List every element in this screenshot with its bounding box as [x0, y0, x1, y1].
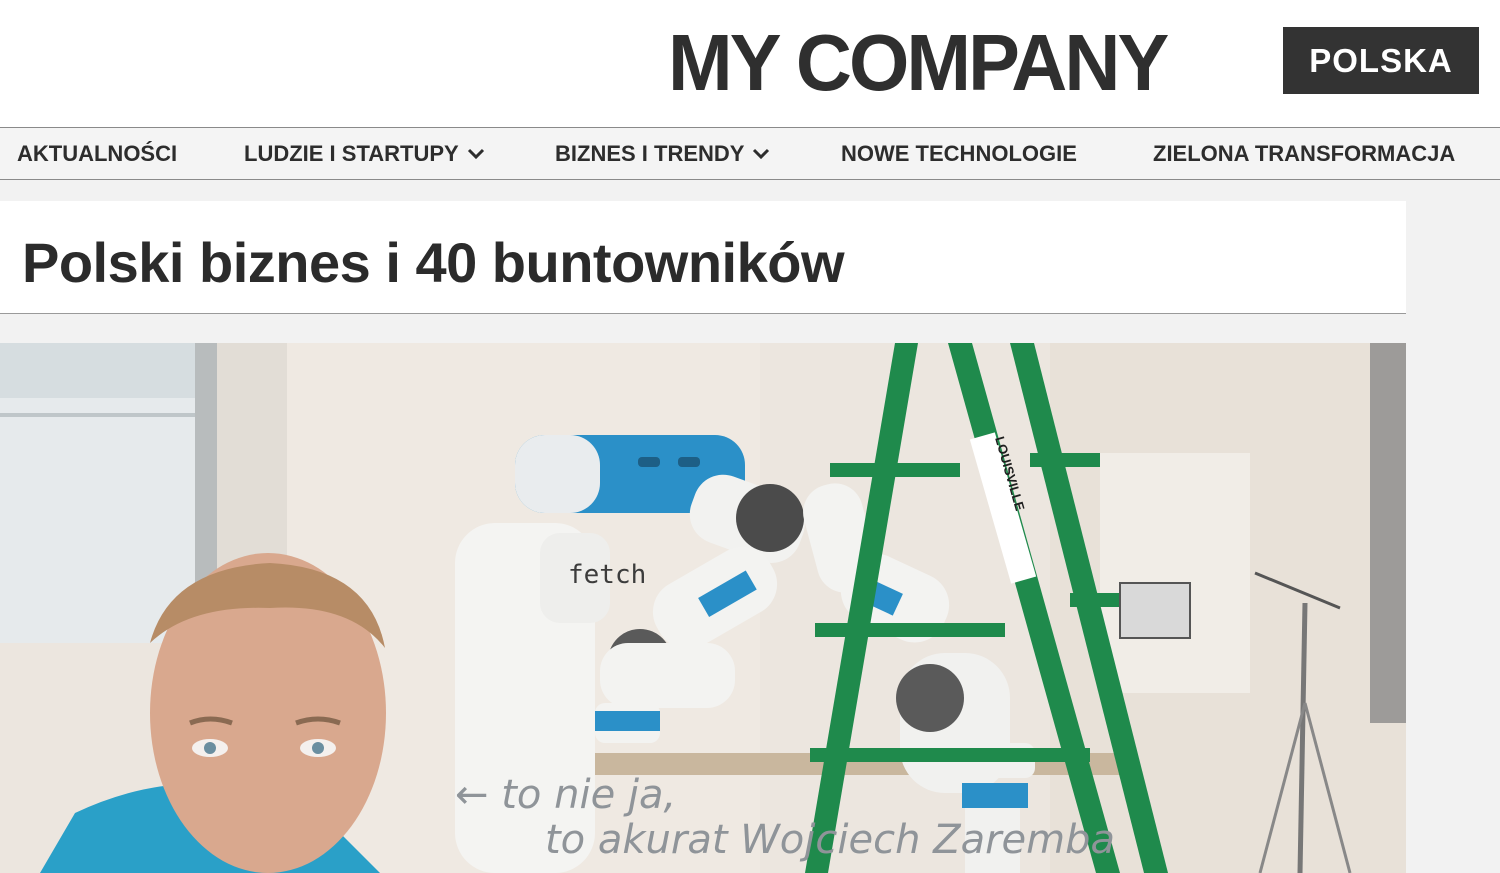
nav-item-label: LUDZIE I STARTUPY — [244, 140, 459, 166]
main-navigation: AKTUALNOŚCI LUDZIE I STARTUPY BIZNES I T… — [0, 127, 1500, 180]
nav-item-ludzie-i-startupy[interactable]: LUDZIE I STARTUPY — [244, 128, 485, 179]
handwritten-note-line-2: to akurat Wojciech Zaremba — [545, 817, 1115, 863]
nav-item-label: ZIELONA TRANSFORMACJA — [1153, 140, 1456, 166]
site-logo[interactable]: MY COMPANY POLSKA — [668, 18, 1479, 108]
nav-item-aktualnosci[interactable]: AKTUALNOŚCI — [17, 128, 177, 179]
nav-item-nowe-technologie[interactable]: NOWE TECHNOLOGIE — [841, 128, 1077, 179]
article-title: Polski biznes i 40 buntowników — [22, 231, 845, 294]
nav-item-zielona-transformacja[interactable]: ZIELONA TRANSFORMACJA — [1153, 128, 1455, 179]
nav-item-label: BIZNES I TRENDY — [555, 140, 745, 166]
right-gutter — [1406, 201, 1500, 873]
robot-brand-label: fetch — [568, 560, 646, 590]
chevron-down-icon — [753, 148, 770, 159]
nav-item-label: NOWE TECHNOLOGIE — [841, 140, 1077, 166]
site-header: MY COMPANY POLSKA — [0, 0, 1500, 127]
handwritten-note-line-1: ← to nie ja, — [455, 772, 676, 818]
logo-edition-badge: POLSKA — [1283, 27, 1479, 94]
chevron-down-icon — [467, 148, 484, 159]
article-hero-image[interactable]: fetch LOUISVILLE ← to nie ja, to akurat … — [0, 343, 1406, 873]
logo-wordmark: MY COMPANY — [668, 18, 1169, 107]
nav-item-label: AKTUALNOŚCI — [17, 140, 178, 166]
hero-photo-illustration: fetch LOUISVILLE ← to nie ja, to akurat … — [0, 343, 1406, 873]
nav-item-biznes-i-trendy[interactable]: BIZNES I TRENDY — [555, 128, 770, 179]
article-title-card: Polski biznes i 40 buntowników — [0, 201, 1406, 314]
